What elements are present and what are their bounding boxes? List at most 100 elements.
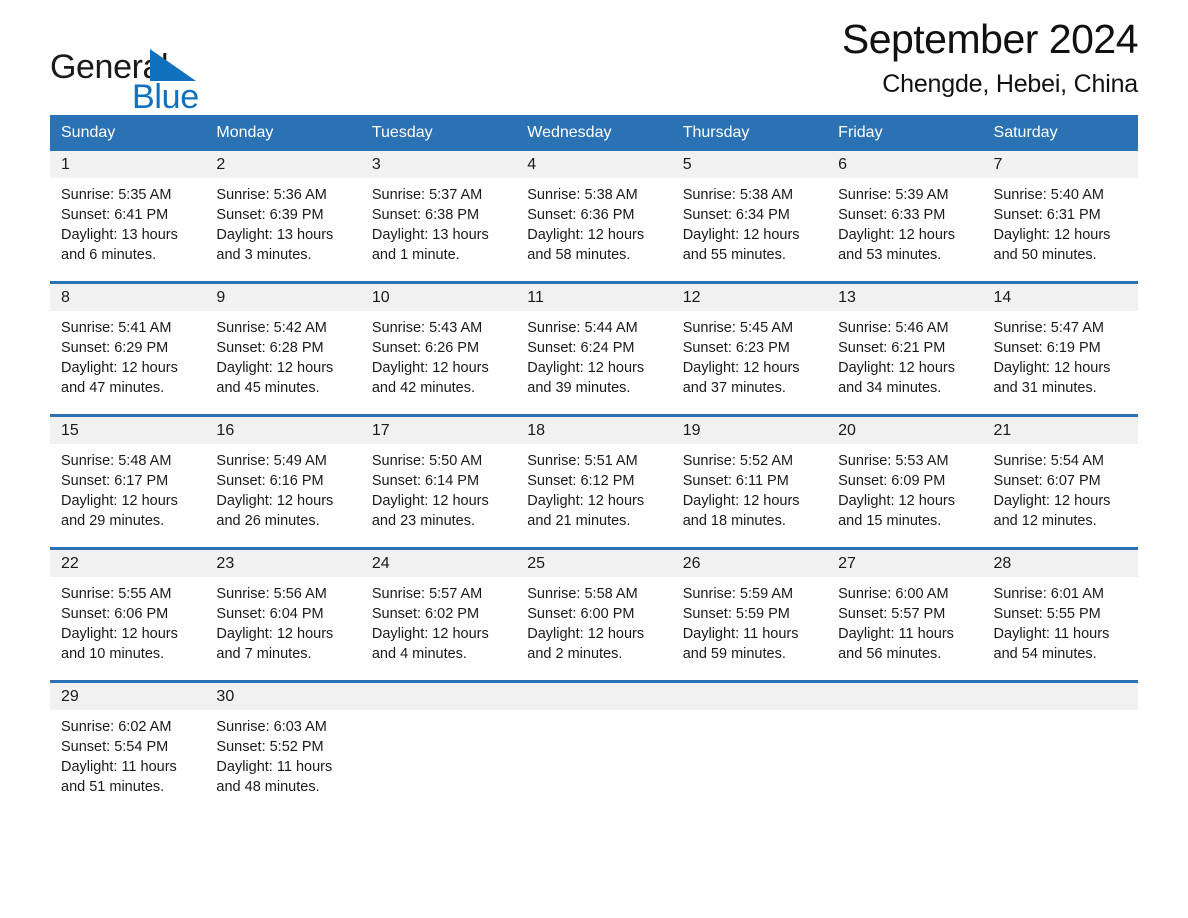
day-cell[interactable]: Sunrise: 5:48 AM Sunset: 6:17 PM Daylight:…	[50, 444, 206, 549]
sunrise-text: Sunrise: 5:51 AM	[527, 453, 638, 469]
day-number[interactable]: 15	[50, 414, 206, 444]
day-cell[interactable]: Sunrise: 5:44 AM Sunset: 6:24 PM Daylight:…	[516, 311, 672, 416]
day-number[interactable]: 23	[205, 547, 361, 577]
day-cell[interactable]: Sunrise: 5:57 AM Sunset: 6:02 PM Daylight:…	[360, 577, 517, 682]
day-cell[interactable]: Sunrise: 5:35 AM Sunset: 6:41 PM Daylight:…	[50, 178, 206, 283]
day-number[interactable]: 14	[982, 281, 1138, 311]
day-number[interactable]: 20	[827, 414, 983, 444]
day-cell[interactable]: Sunrise: 6:00 AM Sunset: 5:57 PM Daylight:…	[827, 577, 983, 682]
day-cell-empty	[827, 710, 983, 813]
day-cell-empty	[360, 710, 517, 813]
day-number-empty	[360, 680, 517, 710]
day-number[interactable]: 2	[205, 151, 361, 178]
day-number[interactable]: 18	[516, 414, 672, 444]
sunset-text: Sunset: 6:16 PM	[216, 473, 324, 489]
day-cell[interactable]: Sunrise: 5:38 AM Sunset: 6:36 PM Daylight:…	[516, 178, 672, 283]
sunrise-text: Sunrise: 5:38 AM	[682, 187, 794, 203]
day-number[interactable]: 12	[671, 281, 828, 311]
day-cell[interactable]: Sunrise: 5:37 AM Sunset: 6:38 PM Daylight:…	[360, 178, 517, 283]
day-cell[interactable]: Sunrise: 5:59 AM Sunset: 5:59 PM Daylight:…	[671, 577, 828, 682]
sunrise-text: Sunrise: 5:42 AM	[216, 320, 327, 336]
day-cell[interactable]: Sunrise: 5:42 AM Sunset: 6:28 PM Daylight:…	[205, 311, 361, 416]
day-cell[interactable]: Sunrise: 5:36 AM Sunset: 6:39 PM Daylight:…	[205, 178, 361, 283]
day-cell[interactable]: Sunrise: 5:53 AM Sunset: 6:09 PM Daylight:…	[827, 444, 983, 549]
page-subtitle: Chengde, Hebei, China	[882, 70, 1138, 98]
day-cell[interactable]: Sunrise: 5:46 AM Sunset: 6:21 PM Daylight:…	[827, 311, 983, 416]
day-number[interactable]: 6	[827, 151, 983, 178]
day-number[interactable]: 10	[360, 281, 517, 311]
day-number[interactable]: 25	[516, 547, 672, 577]
sunset-text: Sunset: 5:57 PM	[838, 606, 946, 622]
day-cell[interactable]: Sunrise: 5:51 AM Sunset: 6:12 PM Daylight:…	[516, 444, 672, 549]
day-number[interactable]: 21	[982, 414, 1138, 444]
day-cell[interactable]: Sunrise: 5:45 AM Sunset: 6:23 PM Daylight:…	[671, 311, 828, 416]
daylight-text: Daylight: 11 hours and 54 minutes.	[993, 626, 1110, 662]
daylight-text: Daylight: 12 hours and 12 minutes.	[993, 493, 1111, 529]
logo-text-blue: Blue	[132, 78, 199, 116]
daylight-text: Daylight: 12 hours and 23 minutes.	[371, 493, 489, 529]
day-number-empty	[516, 680, 672, 710]
calendar-week-info-row: Sunrise: 5:48 AM Sunset: 6:17 PM Daylight:…	[50, 444, 1138, 549]
day-number[interactable]: 27	[827, 547, 983, 577]
day-cell[interactable]: Sunrise: 5:47 AM Sunset: 6:19 PM Daylight:…	[982, 311, 1138, 416]
day-number[interactable]: 24	[360, 547, 517, 577]
daylight-text: Daylight: 11 hours and 48 minutes.	[216, 759, 333, 795]
day-cell[interactable]: Sunrise: 5:49 AM Sunset: 6:16 PM Daylight:…	[205, 444, 361, 549]
day-cell[interactable]: Sunrise: 6:03 AM Sunset: 5:52 PM Daylight:…	[205, 710, 361, 813]
page-header: General Blue September 2024 Chengde, Heb…	[50, 0, 1139, 115]
day-cell[interactable]: Sunrise: 5:54 AM Sunset: 6:07 PM Daylight:…	[982, 444, 1138, 549]
day-number-empty	[982, 680, 1138, 710]
sunrise-text: Sunrise: 5:47 AM	[993, 320, 1104, 336]
sunrise-text: Sunrise: 5:41 AM	[61, 320, 172, 336]
sunset-text: Sunset: 6:26 PM	[371, 340, 480, 356]
day-cell[interactable]: Sunrise: 5:43 AM Sunset: 6:26 PM Daylight:…	[360, 311, 517, 416]
day-number[interactable]: 22	[50, 547, 206, 577]
day-cell[interactable]: Sunrise: 5:38 AM Sunset: 6:34 PM Daylight:…	[671, 178, 828, 283]
daylight-text: Daylight: 12 hours and 55 minutes.	[682, 227, 800, 263]
daylight-text: Daylight: 12 hours and 7 minutes.	[216, 626, 334, 662]
day-number[interactable]: 16	[205, 414, 361, 444]
sunrise-text: Sunrise: 5:58 AM	[527, 586, 638, 602]
sunrise-text: Sunrise: 5:57 AM	[371, 586, 483, 602]
sunrise-text: Sunrise: 5:35 AM	[61, 187, 172, 203]
day-cell[interactable]: Sunrise: 5:50 AM Sunset: 6:14 PM Daylight:…	[360, 444, 517, 549]
day-cell[interactable]: Sunrise: 5:40 AM Sunset: 6:31 PM Daylight:…	[982, 178, 1138, 283]
day-number[interactable]: 13	[827, 281, 983, 311]
day-cell[interactable]: Sunrise: 5:52 AM Sunset: 6:11 PM Daylight:…	[671, 444, 828, 549]
day-cell[interactable]: Sunrise: 6:02 AM Sunset: 5:54 PM Daylight:…	[50, 710, 206, 813]
day-cell[interactable]: Sunrise: 5:41 AM Sunset: 6:29 PM Daylight:…	[50, 311, 206, 416]
day-number[interactable]: 8	[50, 281, 206, 311]
day-number[interactable]: 7	[982, 151, 1138, 178]
day-cell[interactable]: Sunrise: 5:55 AM Sunset: 6:06 PM Daylight:…	[50, 577, 206, 682]
sunset-text: Sunset: 6:09 PM	[838, 473, 946, 489]
day-number[interactable]: 5	[671, 151, 828, 178]
day-number[interactable]: 28	[982, 547, 1138, 577]
day-cell[interactable]: Sunrise: 6:01 AM Sunset: 5:55 PM Daylight:…	[982, 577, 1138, 682]
day-number[interactable]: 11	[516, 281, 672, 311]
daylight-text: Daylight: 12 hours and 37 minutes.	[682, 360, 800, 396]
sunset-text: Sunset: 6:33 PM	[838, 207, 946, 223]
day-number[interactable]: 1	[50, 151, 206, 178]
day-number[interactable]: 9	[205, 281, 361, 311]
day-number[interactable]: 29	[50, 680, 206, 710]
weekday-header-monday: Monday	[205, 115, 361, 151]
day-cell[interactable]: Sunrise: 5:56 AM Sunset: 6:04 PM Daylight:…	[205, 577, 361, 682]
generalblue-logo[interactable]: General Blue	[50, 8, 280, 114]
day-number[interactable]: 26	[671, 547, 828, 577]
day-number[interactable]: 17	[360, 414, 517, 444]
day-number[interactable]: 4	[516, 151, 672, 178]
day-number[interactable]: 3	[360, 151, 517, 178]
day-cell[interactable]: Sunrise: 5:39 AM Sunset: 6:33 PM Daylight:…	[827, 178, 983, 283]
day-cell[interactable]: Sunrise: 5:58 AM Sunset: 6:00 PM Daylight:…	[516, 577, 672, 682]
sunset-text: Sunset: 6:29 PM	[61, 340, 169, 356]
sunrise-text: Sunrise: 5:54 AM	[993, 453, 1104, 469]
sunrise-text: Sunrise: 6:00 AM	[838, 586, 949, 602]
day-number[interactable]: 19	[671, 414, 828, 444]
day-number-empty	[827, 680, 983, 710]
sunrise-text: Sunrise: 5:46 AM	[838, 320, 949, 336]
daylight-text: Daylight: 12 hours and 10 minutes.	[61, 626, 178, 662]
daylight-text: Daylight: 12 hours and 34 minutes.	[838, 360, 955, 396]
sunrise-text: Sunrise: 6:01 AM	[993, 586, 1104, 602]
calendar-week-daynum-row: 22 23 24 25 26 27 28	[50, 547, 1138, 577]
day-number[interactable]: 30	[205, 680, 361, 710]
